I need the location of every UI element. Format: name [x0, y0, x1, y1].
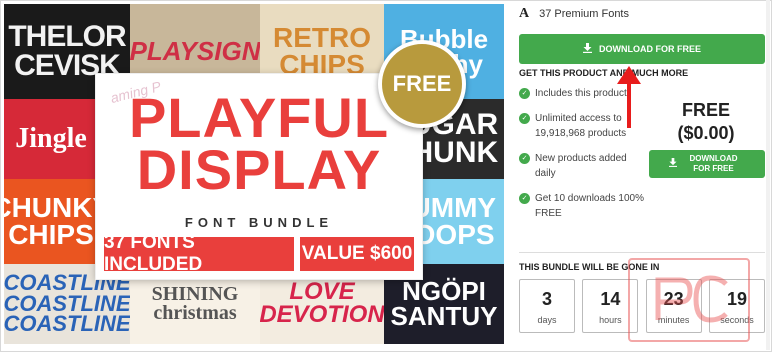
preview-tile: Jingle — [4, 99, 98, 179]
scrollbar[interactable] — [766, 0, 770, 350]
check-icon: ✓ — [519, 153, 530, 164]
download-icon — [668, 158, 677, 170]
benefit-item: ✓ New products added daily — [519, 151, 645, 181]
check-icon: ✓ — [519, 88, 530, 99]
fonts-included-banner: 37 FONTS INCLUDED — [104, 232, 294, 275]
benefit-item: ✓ Get 10 downloads 100% FREE — [519, 191, 645, 221]
font-count-label: 37 Premium Fonts — [539, 8, 629, 20]
countdown-days: 3 days — [519, 279, 575, 333]
download-icon — [583, 42, 592, 56]
font-icon: A — [519, 6, 530, 21]
price-label: FREE — [681, 100, 730, 120]
download-button-small-label: DOWNLOAD FOR FREE — [689, 154, 738, 173]
download-for-free-button-small[interactable]: DOWNLOAD FOR FREE — [649, 150, 765, 178]
benefits-heading: GET THIS PRODUCT AND MUCH MORE — [519, 68, 689, 78]
font-count: A 37 Premium Fonts — [519, 6, 629, 22]
red-arrow-annotation — [616, 66, 642, 128]
divider — [519, 252, 765, 253]
price-amount: ($0.00) — [677, 123, 735, 143]
value-banner: VALUE $600 — [300, 237, 414, 271]
free-badge: FREE — [378, 40, 466, 128]
preview-tile: CHUNKY CHIPS — [4, 179, 98, 264]
bundle-title: PLAYFUL DISPLAY — [128, 86, 390, 201]
bundle-title-card: PLAYFUL DISPLAY FONT BUNDLE 37 FONTS INC… — [96, 74, 422, 279]
download-for-free-button[interactable]: DOWNLOAD FOR FREE — [519, 34, 765, 64]
price-block: FREE ($0.00) — [647, 100, 765, 144]
product-hero-image[interactable]: THELOR CEVISK PLAYSIGN RETRO CHIPS Bubbl… — [4, 4, 504, 344]
check-icon: ✓ — [519, 113, 530, 124]
download-button-label: DOWNLOAD FOR FREE — [599, 44, 701, 54]
bundle-subtitle: FONT BUNDLE — [184, 215, 334, 230]
watermark-logo — [628, 258, 750, 342]
check-icon: ✓ — [519, 193, 530, 204]
